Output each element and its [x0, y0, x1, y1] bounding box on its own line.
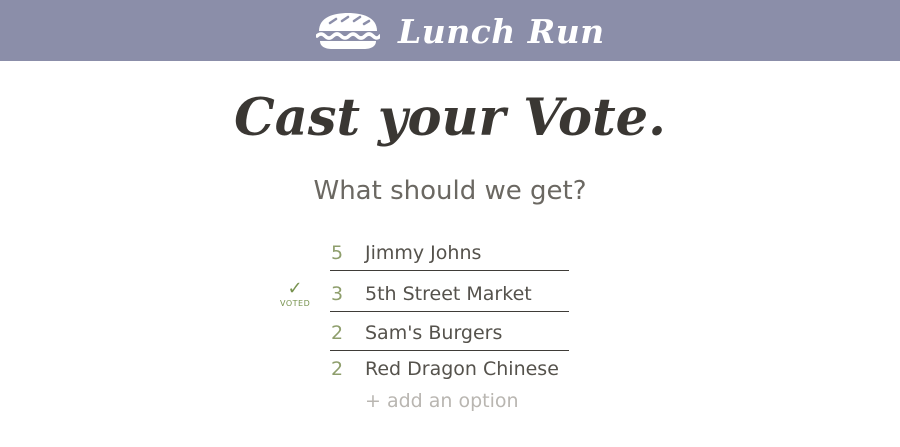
- sandwich-icon: [316, 13, 380, 49]
- page-title: Cast your Vote.: [234, 88, 666, 148]
- brand[interactable]: Lunch Run: [316, 8, 605, 54]
- voted-indicator: ✓ VOTED: [280, 278, 311, 309]
- option-name: 5th Street Market: [365, 283, 532, 305]
- option-name: Jimmy Johns: [365, 242, 482, 264]
- option-row[interactable]: 2 Sam's Burgers: [330, 316, 569, 351]
- checkmark-icon: ✓: [287, 278, 303, 299]
- question-text: What should we get?: [313, 176, 587, 206]
- voted-label: VOTED: [280, 299, 311, 308]
- option-name: Red Dragon Chinese: [365, 358, 559, 380]
- option-row[interactable]: 2 Red Dragon Chinese: [330, 352, 569, 386]
- vote-count: 2: [330, 358, 344, 380]
- option-row[interactable]: 3 5th Street Market: [330, 277, 569, 312]
- add-option-link[interactable]: + add an option: [365, 388, 519, 414]
- option-name: Sam's Burgers: [365, 322, 503, 344]
- option-row[interactable]: 5 Jimmy Johns: [330, 236, 569, 271]
- vote-count: 2: [330, 322, 344, 344]
- vote-count: 3: [330, 283, 344, 305]
- top-bar: Lunch Run: [0, 0, 900, 61]
- app-title: Lunch Run: [398, 11, 605, 51]
- vote-count: 5: [330, 242, 344, 264]
